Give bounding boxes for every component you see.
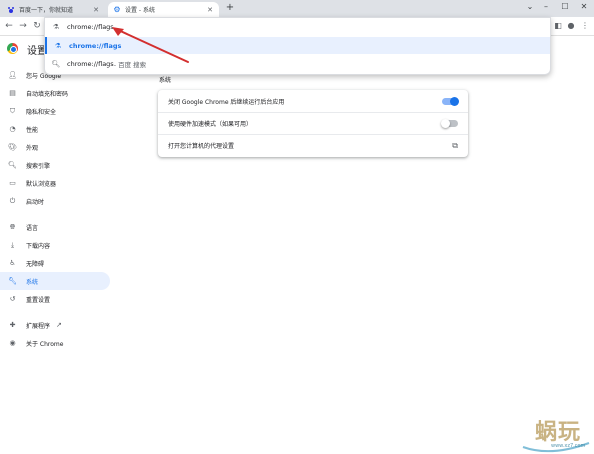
background-apps-toggle[interactable] bbox=[442, 96, 459, 106]
open-in-new-icon[interactable]: ⧉ bbox=[452, 141, 458, 151]
sidebar-item-label: 自动填充和密码 bbox=[26, 90, 69, 98]
sidebar-item-reset[interactable]: ↺ 重置设置 bbox=[0, 290, 110, 308]
tab-label: 设置 - 系统 bbox=[125, 7, 155, 14]
hardware-acceleration-row[interactable]: 使用硬件加速模式（如果可用） bbox=[158, 112, 468, 134]
gear-icon: ⚙ bbox=[113, 5, 121, 14]
sidebar-item-label: 语言 bbox=[26, 224, 39, 232]
reload-icon[interactable]: ↻ bbox=[31, 20, 43, 32]
search-icon: 🔍︎ bbox=[51, 59, 61, 68]
power-icon: ⏻ bbox=[9, 196, 16, 205]
sidebar-item-on-startup[interactable]: ⏻ 启动时 bbox=[0, 192, 110, 210]
annotation-arrow bbox=[112, 27, 189, 63]
person-icon: 👤︎ bbox=[8, 70, 17, 79]
sidebar-item-label: 重置设置 bbox=[26, 296, 51, 304]
minimize-button[interactable]: – bbox=[537, 0, 555, 13]
sidebar-item-languages[interactable]: 🌐︎ 语言 bbox=[0, 218, 110, 236]
sidebar-item-label: 启动时 bbox=[26, 198, 45, 206]
sidebar-item-default-browser[interactable]: ▭ 默认浏览器 bbox=[0, 174, 110, 192]
sidebar-item-label: 默认浏览器 bbox=[26, 180, 57, 188]
tab-settings[interactable]: ⚙ 设置 - 系统 ✕ bbox=[108, 2, 219, 17]
browser-icon: ▭ bbox=[9, 178, 16, 187]
system-settings-card: 关闭 Google Chrome 后继续运行后台应用 使用硬件加速模式（如果可用… bbox=[158, 90, 468, 157]
palette-icon: 🎨︎ bbox=[8, 142, 17, 151]
clipboard-icon: ▤ bbox=[9, 88, 16, 97]
sidebar-item-system[interactable]: 🔧︎ 系统 bbox=[0, 272, 110, 290]
row-label: 关闭 Google Chrome 后继续运行后台应用 bbox=[168, 98, 285, 106]
close-icon[interactable]: ✕ bbox=[92, 6, 100, 14]
hardware-acceleration-toggle[interactable] bbox=[441, 119, 458, 128]
background-apps-row[interactable]: 关闭 Google Chrome 后继续运行后台应用 bbox=[158, 90, 468, 112]
accessibility-icon: ♿︎ bbox=[9, 258, 16, 267]
sidebar-item-label: 无障碍 bbox=[26, 260, 45, 268]
tab-baidu[interactable]: 百度一下，你就知道 ✕ bbox=[2, 2, 105, 17]
watermark-logo: 蜗玩 bbox=[535, 420, 582, 445]
tab-label: 百度一下，你就知道 bbox=[19, 7, 74, 14]
search-icon: 🔍︎ bbox=[8, 160, 17, 169]
wrench-icon: 🔧︎ bbox=[8, 276, 17, 285]
section-title: 系统 bbox=[159, 77, 172, 84]
sidebar-item-label: 性能 bbox=[26, 126, 39, 134]
sidebar-item-autofill[interactable]: ▤ 自动填充和密码 bbox=[0, 84, 110, 102]
chrome-logo-icon bbox=[7, 43, 18, 54]
row-label: 打开您计算机的代理设置 bbox=[168, 143, 235, 150]
side-panel-icon[interactable]: ◧ bbox=[553, 21, 563, 31]
address-input[interactable]: chrome://flags bbox=[67, 23, 114, 31]
new-tab-button[interactable]: + bbox=[224, 2, 236, 14]
shield-icon: ⛉ bbox=[9, 106, 16, 115]
close-icon[interactable]: ✕ bbox=[206, 6, 214, 14]
sidebar-item-label: 关于 Chrome bbox=[26, 340, 64, 348]
tab-strip: 百度一下，你就知道 ✕ ⚙ 设置 - 系统 ✕ + ⌄ – ☐ ✕ bbox=[0, 0, 594, 17]
open-in-new-icon: ↗ bbox=[56, 321, 62, 329]
sidebar-item-about-chrome[interactable]: ◉ 关于 Chrome bbox=[0, 334, 110, 352]
suggestion-text: chrome://flags bbox=[67, 59, 114, 68]
sidebar-item-accessibility[interactable]: ♿︎ 无障碍 bbox=[0, 254, 110, 272]
sidebar-item-label: 下载内容 bbox=[26, 242, 51, 250]
maximize-button[interactable]: ☐ bbox=[556, 0, 574, 13]
puzzle-icon: ✚ bbox=[9, 320, 16, 329]
sidebar-item-extensions[interactable]: ✚ 扩展程序 ↗ bbox=[0, 316, 110, 334]
download-icon: ⤓ bbox=[10, 240, 15, 249]
watermark-url: www.xz7.com bbox=[551, 443, 586, 449]
proxy-settings-row[interactable]: 打开您计算机的代理设置 ⧉ bbox=[158, 134, 468, 156]
sidebar-item-label: 扩展程序 bbox=[26, 322, 51, 330]
sidebar-item-appearance[interactable]: 🎨︎ 外观 bbox=[0, 138, 110, 156]
sidebar-item-label: 隐私和安全 bbox=[26, 108, 57, 116]
baidu-paw-icon bbox=[7, 6, 15, 14]
profile-icon[interactable]: ● bbox=[566, 21, 576, 31]
globe-icon: 🌐︎ bbox=[9, 222, 16, 231]
window-close-button[interactable]: ✕ bbox=[575, 0, 593, 13]
forward-arrow-icon[interactable]: → bbox=[17, 20, 29, 32]
reset-icon: ↺ bbox=[9, 294, 16, 303]
sidebar-item-privacy[interactable]: ⛉ 隐私和安全 bbox=[0, 102, 110, 120]
row-label: 使用硬件加速模式（如果可用） bbox=[168, 121, 253, 128]
sidebar-item-label: 外观 bbox=[26, 144, 39, 152]
back-arrow-icon[interactable]: ← bbox=[3, 20, 15, 32]
flask-icon: ⚗ bbox=[52, 22, 60, 31]
flask-icon: ⚗ bbox=[54, 41, 62, 50]
menu-icon[interactable]: ⋮ bbox=[580, 21, 590, 31]
sidebar-item-search-engine[interactable]: 🔍︎ 搜索引擎 bbox=[0, 156, 110, 174]
speedometer-icon: ◔ bbox=[9, 124, 16, 133]
chrome-icon: ◉ bbox=[9, 338, 16, 347]
sidebar-item-label: 搜索引擎 bbox=[26, 162, 51, 170]
sidebar-item-performance[interactable]: ◔ 性能 bbox=[0, 120, 110, 138]
sidebar-item-label: 系统 bbox=[26, 278, 39, 286]
sidebar-item-downloads[interactable]: ⤓ 下载内容 bbox=[0, 236, 110, 254]
